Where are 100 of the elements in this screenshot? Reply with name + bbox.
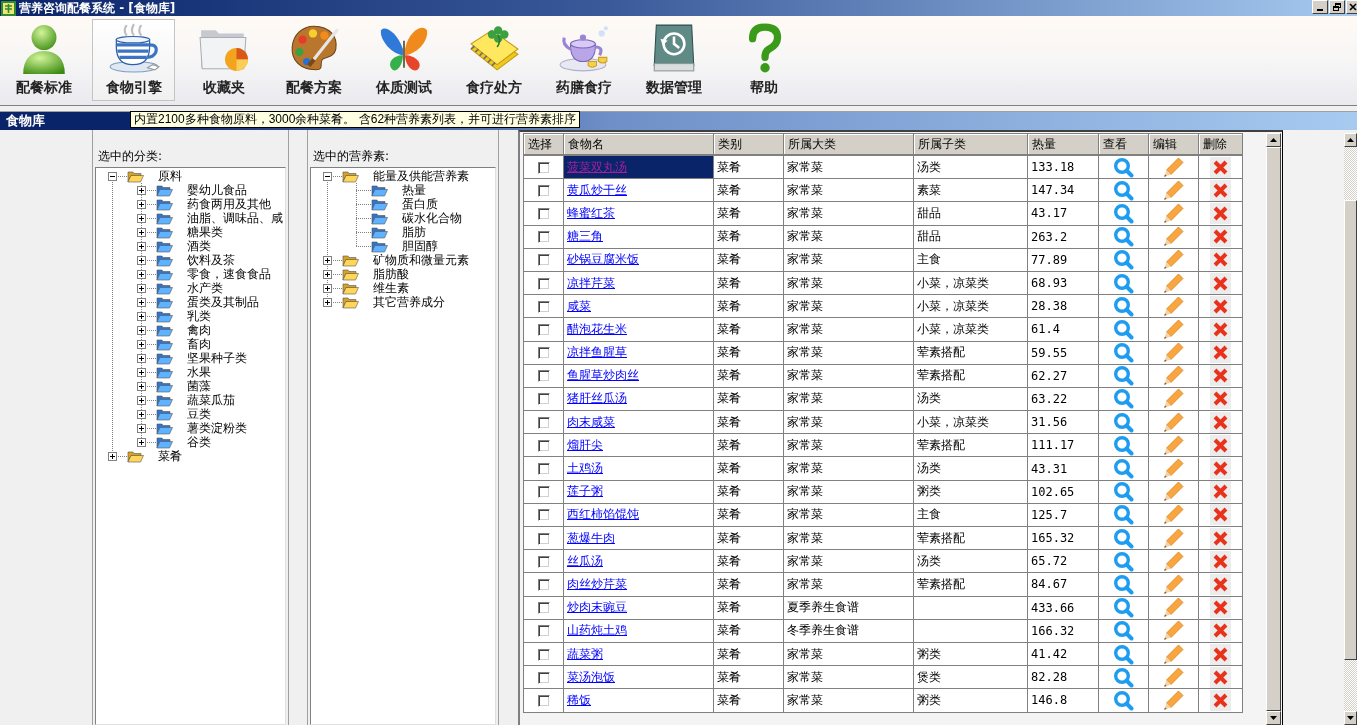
search-icon[interactable] [1113,504,1134,526]
food-link[interactable]: 凉拌芹菜 [567,275,615,290]
minus-icon[interactable] [323,171,332,181]
tree-item[interactable]: 脂肪 [402,225,426,239]
plus-icon[interactable] [137,311,146,321]
search-icon[interactable] [1113,481,1134,503]
cross-icon[interactable] [1210,249,1231,271]
checkbox[interactable] [537,555,550,568]
plus-icon[interactable] [323,297,332,307]
search-icon[interactable] [1113,318,1134,340]
pencil-icon[interactable] [1163,156,1184,178]
food-link[interactable]: 稀饭 [567,692,591,707]
scroll-up-button[interactable] [1344,133,1357,147]
tree-item[interactable]: 蛋类及其制品 [187,295,259,309]
cross-icon[interactable] [1210,388,1231,410]
checkbox[interactable] [537,439,550,452]
pencil-icon[interactable] [1163,411,1184,433]
tree-item[interactable]: 药食两用及其他 [187,197,271,211]
plus-icon[interactable] [137,423,146,433]
food-link[interactable]: 山药炖土鸡 [567,623,627,638]
food-link[interactable]: 肉丝炒芹菜 [567,576,627,591]
tree-item[interactable]: 菜肴 [158,449,182,463]
tree-item[interactable]: 谷类 [187,435,211,449]
search-icon[interactable] [1113,365,1134,387]
column-header[interactable]: 类别 [713,133,784,155]
restore-button[interactable] [1329,0,1345,14]
search-icon[interactable] [1113,689,1134,711]
pencil-icon[interactable] [1163,249,1184,271]
food-link[interactable]: 鱼腥草炒肉丝 [567,368,639,383]
cross-icon[interactable] [1210,550,1231,572]
tree-item[interactable]: 酒类 [187,239,211,253]
plus-icon[interactable] [137,269,146,279]
checkbox[interactable] [537,323,550,336]
tree-item[interactable]: 脂肪酸 [373,267,409,281]
scrollbar-thumb[interactable] [1344,200,1357,660]
tree-item[interactable]: 薯类淀粉类 [187,421,247,435]
tree-item[interactable]: 其它营养成分 [373,295,445,309]
pencil-icon[interactable] [1163,550,1184,572]
plus-icon[interactable] [137,199,146,209]
cross-icon[interactable] [1210,434,1231,456]
scroll-up-button[interactable] [1266,133,1281,147]
tree-item[interactable]: 蔬菜瓜茄 [187,393,235,407]
checkbox[interactable] [537,254,550,267]
pencil-icon[interactable] [1163,666,1184,688]
pencil-icon[interactable] [1163,179,1184,201]
tree-item[interactable]: 维生素 [373,281,409,295]
cross-icon[interactable] [1210,342,1231,364]
food-link[interactable]: 熘肝尖 [567,437,603,452]
pencil-icon[interactable] [1163,527,1184,549]
search-icon[interactable] [1113,411,1134,433]
pencil-icon[interactable] [1163,504,1184,526]
column-header[interactable]: 选择 [523,133,564,155]
toolbar-button[interactable]: 药膳食疗 [542,19,625,101]
tree-item[interactable]: 胆固醇 [402,239,438,253]
checkbox[interactable] [537,393,550,406]
search-icon[interactable] [1113,458,1134,480]
checkbox[interactable] [537,694,550,707]
cross-icon[interactable] [1210,411,1231,433]
checkbox[interactable] [537,231,550,244]
scroll-down-button[interactable] [1266,711,1281,725]
checkbox[interactable] [537,509,550,522]
plus-icon[interactable] [137,381,146,391]
tree-item[interactable]: 禽肉 [187,323,211,337]
column-header[interactable]: 所属大类 [783,133,914,155]
pencil-icon[interactable] [1163,434,1184,456]
checkbox[interactable] [537,347,550,360]
food-link[interactable]: 蔬菜粥 [567,646,603,661]
food-link[interactable]: 糖三角 [567,229,603,244]
plus-icon[interactable] [137,395,146,405]
tree-item[interactable]: 热量 [402,183,426,197]
plus-icon[interactable] [137,367,146,377]
food-link[interactable]: 西红柿馅馄饨 [567,507,639,522]
food-link[interactable]: 凉拌鱼腥草 [567,345,627,360]
pencil-icon[interactable] [1163,272,1184,294]
search-icon[interactable] [1113,388,1134,410]
cross-icon[interactable] [1210,295,1231,317]
checkbox[interactable] [537,625,550,638]
cross-icon[interactable] [1210,202,1231,224]
checkbox[interactable] [537,161,550,174]
tree-item[interactable]: 水产类 [187,281,223,295]
toolbar-button[interactable]: 配餐标准 [2,19,85,101]
tree-item[interactable]: 饮料及茶 [187,253,235,267]
pencil-icon[interactable] [1163,689,1184,711]
toolbar-button[interactable]: 体质测试 [362,19,445,101]
search-icon[interactable] [1113,272,1134,294]
checkbox[interactable] [537,671,550,684]
food-link[interactable]: 丝瓜汤 [567,553,603,568]
plus-icon[interactable] [323,269,332,279]
column-header[interactable]: 查看 [1098,133,1149,155]
checkbox[interactable] [537,207,550,220]
tree-item[interactable]: 碳水化合物 [402,211,462,225]
pencil-icon[interactable] [1163,573,1184,595]
search-icon[interactable] [1113,156,1134,178]
scroll-down-button[interactable] [1344,711,1357,725]
pencil-icon[interactable] [1163,620,1184,642]
cross-icon[interactable] [1210,689,1231,711]
vertical-scrollbar[interactable] [1344,133,1357,725]
plus-icon[interactable] [137,409,146,419]
cross-icon[interactable] [1210,365,1231,387]
food-link[interactable]: 土鸡汤 [567,461,603,476]
